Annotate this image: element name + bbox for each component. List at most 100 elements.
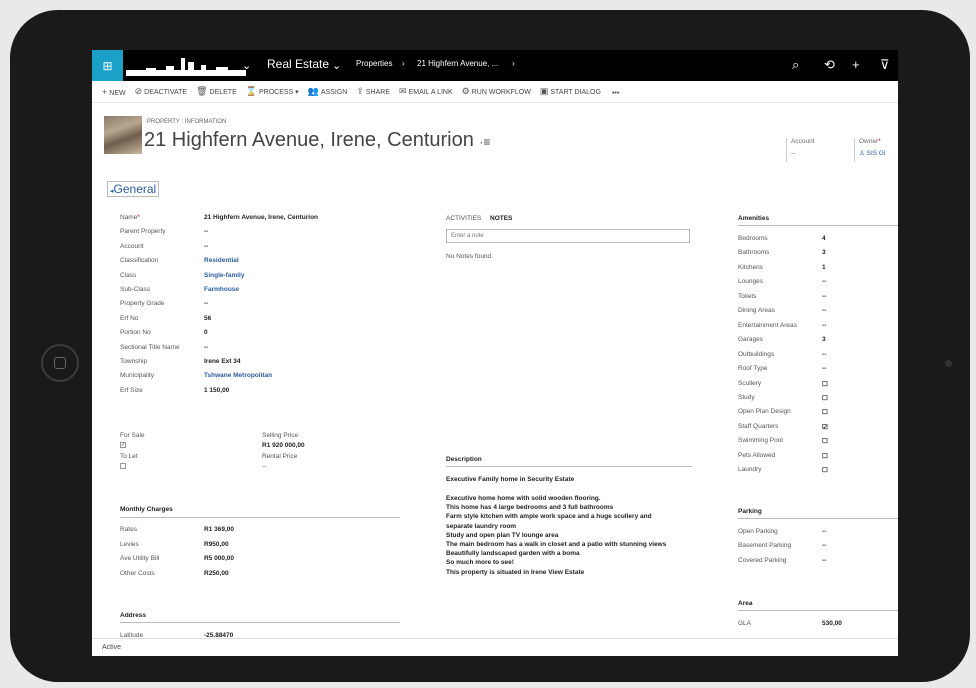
- command-1[interactable]: ⊘ DEACTIVATE: [135, 86, 187, 97]
- charge-value[interactable]: R5 000,00: [204, 555, 234, 562]
- field-value[interactable]: Farmhouse: [204, 286, 239, 293]
- amenity-value[interactable]: ☐: [822, 466, 828, 474]
- amenity-label: Study: [738, 393, 755, 401]
- rental-price-value[interactable]: --: [262, 463, 266, 470]
- amenity-value[interactable]: --: [822, 293, 826, 300]
- amenity-value[interactable]: --: [822, 351, 826, 358]
- command-9[interactable]: •••: [610, 87, 619, 97]
- tab-notes[interactable]: NOTES: [490, 215, 512, 222]
- charge-label: Other Costs: [120, 569, 155, 577]
- parking-value[interactable]: --: [822, 557, 826, 564]
- amenity-value[interactable]: --: [822, 307, 826, 314]
- description-line: Beautifully landscaped garden with a bom…: [446, 550, 580, 558]
- amenity-label: Laundry: [738, 466, 762, 474]
- charge-value[interactable]: R950,00: [204, 541, 229, 548]
- charge-value[interactable]: R1 369,00: [204, 526, 234, 533]
- nav-crumb-properties[interactable]: Properties: [356, 59, 392, 68]
- amenity-value[interactable]: ☐: [822, 437, 828, 445]
- parking-value[interactable]: --: [822, 528, 826, 535]
- top-nav: ⊞ ⌄ Real Estate ⌄ Properties › 21 Highfe…: [92, 50, 898, 81]
- command-0[interactable]: + NEW: [102, 87, 126, 97]
- to-let-checkbox[interactable]: [120, 463, 126, 470]
- field-value[interactable]: --: [204, 243, 208, 250]
- field-value[interactable]: 0: [204, 329, 208, 336]
- field-label: Municipality: [120, 372, 154, 380]
- field-value[interactable]: 1 150,00: [204, 387, 229, 394]
- parking-label: Covered Parking: [738, 556, 787, 564]
- amenity-value[interactable]: ☑: [822, 423, 828, 431]
- amenity-value[interactable]: 3: [822, 336, 826, 343]
- section-general[interactable]: ◂General: [107, 181, 160, 197]
- command-icon: ⇪: [356, 86, 364, 96]
- field-value[interactable]: Tshwane Metropolitan: [204, 372, 272, 379]
- search-icon[interactable]: ⌕: [792, 57, 799, 73]
- parking-label: Open Parking: [738, 528, 778, 535]
- command-7[interactable]: ⚙ RUN WORKFLOW: [462, 86, 531, 97]
- description-line: separate laundry room: [446, 522, 517, 530]
- field-label: Name*: [120, 214, 140, 221]
- field-label: Portion No: [120, 329, 151, 337]
- history-icon[interactable]: ⟲: [824, 57, 835, 73]
- command-2[interactable]: 🗑 DELETE: [196, 86, 237, 97]
- amenity-value[interactable]: 1: [822, 264, 826, 271]
- amenity-value[interactable]: ☐: [822, 380, 828, 388]
- area-title: Area: [738, 600, 753, 607]
- filter-icon[interactable]: ⊽: [880, 57, 890, 73]
- gla-value[interactable]: 530,00: [822, 620, 842, 627]
- amenity-value[interactable]: ☐: [822, 452, 828, 460]
- amenity-value[interactable]: ☐: [822, 408, 828, 416]
- amenity-label: Open Plan Design: [738, 408, 791, 416]
- field-value[interactable]: Irene Ext 34: [204, 358, 241, 365]
- plus-icon[interactable]: +: [852, 57, 860, 72]
- parking-value[interactable]: --: [822, 542, 826, 549]
- command-label: ASSIGN: [320, 89, 348, 96]
- amenity-value[interactable]: ☐: [822, 394, 828, 402]
- field-label: Erf No: [120, 314, 139, 322]
- gla-label: GLA: [738, 620, 752, 627]
- description-line: Farm style kitchen with ample work space…: [446, 513, 652, 521]
- list-icon[interactable]: ·≡: [479, 135, 490, 149]
- field-value[interactable]: Residential: [204, 257, 239, 264]
- amenity-value[interactable]: --: [822, 365, 826, 372]
- tab-activities[interactable]: ACTIVITIES: [446, 215, 481, 222]
- app-launcher-icon[interactable]: ⊞: [92, 50, 123, 81]
- field-value[interactable]: Single-family: [204, 272, 244, 279]
- chevron-down-icon[interactable]: ⌄: [332, 59, 341, 72]
- charge-label: Levies: [120, 540, 139, 548]
- field-value[interactable]: --: [204, 344, 208, 351]
- amenity-value[interactable]: --: [822, 322, 826, 329]
- header-owner[interactable]: Owner* ♙ SIS Gl: [854, 138, 885, 162]
- address-title: Address: [120, 612, 147, 619]
- amenity-value[interactable]: --: [822, 278, 826, 285]
- amenity-value[interactable]: 3: [822, 249, 826, 256]
- charge-value[interactable]: R250,00: [204, 570, 229, 577]
- user-icon: ♙: [859, 150, 865, 157]
- field-value[interactable]: 21 Highfern Avenue, Irene, Centurion: [204, 214, 318, 221]
- chevron-right-icon[interactable]: ›: [512, 59, 515, 68]
- chevron-down-icon[interactable]: ⌄: [242, 59, 251, 72]
- field-value[interactable]: --: [204, 228, 208, 235]
- command-icon: ✉: [399, 86, 407, 96]
- command-label: DELETE: [209, 89, 237, 96]
- required-marker: *: [137, 214, 140, 221]
- for-sale-checkbox[interactable]: ✓: [120, 442, 126, 449]
- field-value[interactable]: --: [204, 300, 208, 307]
- command-8[interactable]: ▣ START DIALOG: [540, 86, 601, 97]
- field-value[interactable]: 56: [204, 315, 211, 322]
- command-5[interactable]: ⇪ SHARE: [356, 86, 390, 97]
- command-label: NEW: [109, 89, 126, 97]
- home-button[interactable]: [41, 344, 79, 382]
- selling-price-value[interactable]: R1 920 000,00: [262, 442, 305, 449]
- command-4[interactable]: 👥 ASSIGN: [308, 86, 348, 97]
- description-line: The main bedroom has a walk in closet an…: [446, 541, 667, 548]
- command-6[interactable]: ✉ EMAIL A LINK: [399, 86, 453, 97]
- command-3[interactable]: ⌛ PROCESS ▾: [246, 86, 299, 97]
- skyline-logo: [126, 58, 246, 76]
- amenity-value[interactable]: 4: [822, 235, 826, 242]
- amenities-title: Amenities: [738, 215, 770, 222]
- nav-crumb-record[interactable]: 21 Highfern Avenue, ...: [417, 59, 498, 68]
- note-input[interactable]: Enter a note: [446, 229, 690, 243]
- amenity-label: Swimming Pool: [738, 437, 783, 445]
- app-name[interactable]: Real Estate: [267, 57, 329, 71]
- command-label: PROCESS ▾: [258, 89, 299, 96]
